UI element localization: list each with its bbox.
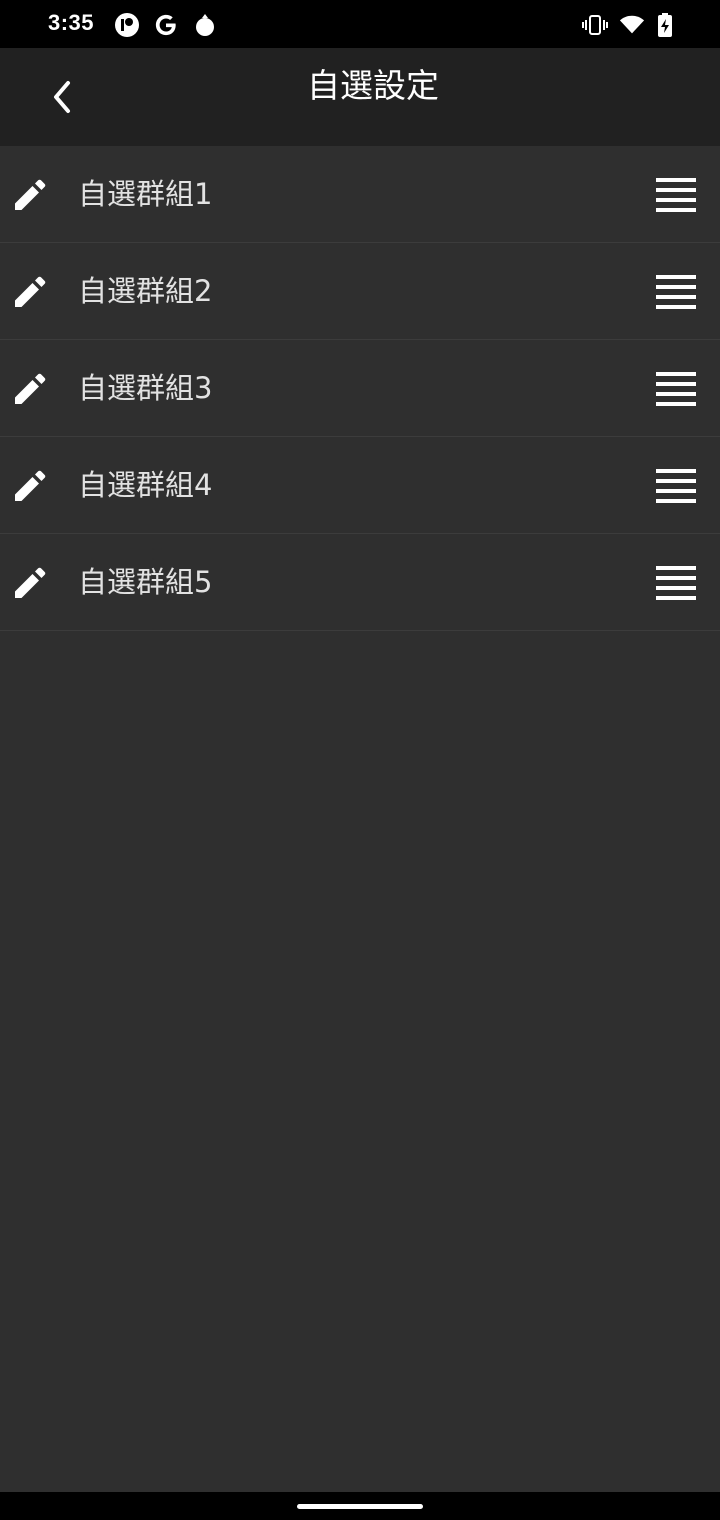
group-name: 自選群組1	[78, 177, 213, 211]
list-item[interactable]: 自選群組1	[0, 146, 720, 243]
group-name: 自選群組5	[78, 565, 213, 599]
group-list: 自選群組1 自選群組2 自選群組3 自選群組4 自選群組5	[0, 146, 720, 631]
navigation-bar	[0, 1492, 720, 1520]
pencil-icon[interactable]	[10, 272, 50, 312]
group-name: 自選群組3	[78, 371, 213, 405]
drag-handle-icon[interactable]	[652, 370, 700, 406]
drag-handle-icon[interactable]	[652, 467, 700, 503]
app-screen: 3:35 自選設定 自選群組1 自選群組2 自選群組3 自選群組4 自選群組5	[0, 0, 720, 1520]
drag-handle-icon[interactable]	[652, 176, 700, 212]
home-indicator[interactable]	[297, 1504, 423, 1509]
status-bar: 3:35	[0, 0, 720, 48]
status-time: 3:35	[48, 10, 95, 35]
list-item[interactable]: 自選群組3	[0, 340, 720, 437]
google-icon	[153, 12, 179, 38]
vibrate-icon	[582, 12, 608, 38]
page-title: 自選設定	[307, 66, 439, 105]
toolbar: 自選設定	[0, 48, 720, 146]
pencil-icon[interactable]	[10, 466, 50, 506]
pencil-icon[interactable]	[10, 563, 50, 603]
group-name: 自選群組2	[78, 274, 213, 308]
pencil-icon[interactable]	[10, 369, 50, 409]
wifi-icon	[619, 12, 645, 38]
drag-handle-icon[interactable]	[652, 273, 700, 309]
pomegranate-app-icon	[192, 12, 218, 38]
list-item[interactable]: 自選群組5	[0, 534, 720, 631]
group-name: 自選群組4	[78, 468, 213, 502]
list-item[interactable]: 自選群組4	[0, 437, 720, 534]
battery-charging-icon	[652, 12, 678, 38]
notification-app-icon	[114, 12, 140, 38]
drag-handle-icon[interactable]	[652, 564, 700, 600]
list-item[interactable]: 自選群組2	[0, 243, 720, 340]
pencil-icon[interactable]	[10, 175, 50, 215]
